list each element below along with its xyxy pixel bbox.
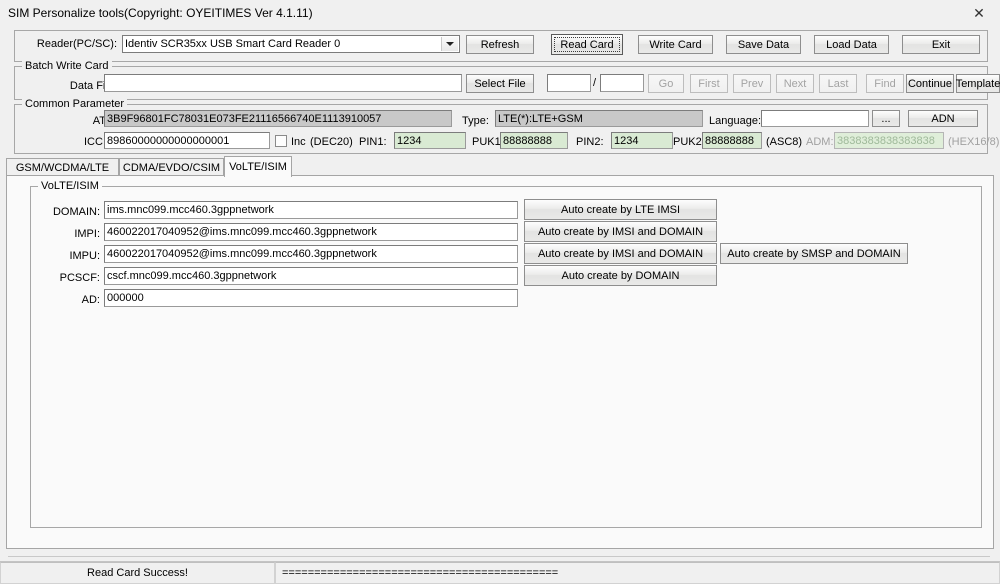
status-separator (8, 556, 990, 557)
read-card-button[interactable]: Read Card (551, 34, 623, 55)
ad-label: AD: (81, 294, 100, 306)
save-data-button[interactable]: Save Data (726, 35, 801, 54)
type-label: Type: (462, 115, 489, 127)
chevron-down-icon[interactable] (441, 37, 458, 51)
window-title: SIM Personalize tools(Copyright: OYEITIM… (8, 6, 313, 20)
pin2-label: PIN2: (576, 136, 604, 148)
batch-index-total-input[interactable] (600, 74, 644, 92)
exit-button[interactable]: Exit (902, 35, 980, 54)
first-button[interactable]: First (690, 74, 728, 93)
reader-label: Reader(PC/SC): (36, 38, 117, 50)
inc-checkbox[interactable] (275, 135, 287, 147)
tab-gsm-wcdma-lte[interactable]: GSM/WCDMA/LTE (6, 158, 119, 176)
find-button[interactable]: Find (866, 74, 904, 93)
select-file-button[interactable]: Select File (466, 74, 534, 93)
close-icon[interactable]: ✕ (958, 0, 1000, 26)
atr-value: 3B9F96801FC78031E073FE21116566740E111391… (104, 110, 452, 127)
puk2-input[interactable] (702, 132, 762, 149)
auto-create-by-lte-imsi-button[interactable]: Auto create by LTE IMSI (524, 199, 717, 220)
language-label: Language: (709, 115, 761, 127)
inc-label: Inc (291, 136, 306, 148)
common-parameter-title: Common Parameter (22, 98, 128, 110)
status-message: Read Card Success! (0, 562, 275, 584)
next-button[interactable]: Next (776, 74, 814, 93)
continue-button[interactable]: Continue (906, 74, 954, 93)
puk1-input[interactable] (500, 132, 568, 149)
status-bar: Read Card Success! =====================… (0, 561, 1000, 584)
batch-index-separator: / (593, 77, 597, 89)
volte-isim-title: VoLTE/ISIM (38, 180, 102, 192)
type-value: LTE(*):LTE+GSM (495, 110, 703, 127)
write-card-button[interactable]: Write Card (638, 35, 713, 54)
auto-create-by-imsi-and-domain-button-2[interactable]: Auto create by IMSI and DOMAIN (524, 243, 717, 264)
load-data-button[interactable]: Load Data (814, 35, 889, 54)
impi-input[interactable] (104, 223, 518, 241)
reader-select[interactable]: Identiv SCR35xx USB Smart Card Reader 0 (122, 35, 460, 53)
reader-select-value: Identiv SCR35xx USB Smart Card Reader 0 (125, 38, 341, 50)
language-browse-button[interactable]: ... (872, 110, 900, 127)
auto-create-by-imsi-and-domain-button-1[interactable]: Auto create by IMSI and DOMAIN (524, 221, 717, 242)
adm-label: ADM: (806, 136, 834, 148)
refresh-button[interactable]: Refresh (466, 35, 534, 54)
adm-note-label: (HEX16/8) (948, 136, 1000, 148)
go-button[interactable]: Go (648, 74, 684, 93)
adn-button[interactable]: ADN (908, 110, 978, 127)
data-file-input[interactable] (104, 74, 462, 92)
iccid-input[interactable] (104, 132, 270, 149)
language-input[interactable] (761, 110, 869, 127)
last-button[interactable]: Last (819, 74, 857, 93)
template-button[interactable]: Template (956, 74, 1000, 93)
pin2-input[interactable] (611, 132, 673, 149)
domain-label: DOMAIN: (52, 206, 100, 218)
domain-input[interactable] (104, 201, 518, 219)
pcscf-input[interactable] (104, 267, 518, 285)
batch-write-card-title: Batch Write Card (22, 60, 112, 72)
ad-input[interactable] (104, 289, 518, 307)
inc-format-label: (DEC20) (310, 136, 353, 148)
focus-ring (554, 37, 620, 52)
pin1-label: PIN1: (359, 136, 387, 148)
impi-label: IMPI: (74, 228, 100, 240)
auto-create-by-smsp-and-domain-button[interactable]: Auto create by SMSP and DOMAIN (720, 243, 908, 264)
asc-note-label: (ASC8) (766, 136, 803, 148)
title-bar: SIM Personalize tools(Copyright: OYEITIM… (0, 0, 1000, 26)
impu-label: IMPU: (69, 250, 100, 262)
impu-input[interactable] (104, 245, 518, 263)
application-window: SIM Personalize tools(Copyright: OYEITIM… (0, 0, 1000, 584)
tab-strip: GSM/WCDMA/LTE CDMA/EVDO/CSIM VoLTE/ISIM (6, 156, 994, 177)
puk2-label: PUK2: (673, 136, 705, 148)
auto-create-by-domain-button[interactable]: Auto create by DOMAIN (524, 265, 717, 286)
pcscf-label: PCSCF: (59, 272, 100, 284)
tab-cdma-evdo-csim[interactable]: CDMA/EVDO/CSIM (119, 158, 224, 176)
tab-volte-isim[interactable]: VoLTE/ISIM (224, 156, 292, 177)
prev-button[interactable]: Prev (733, 74, 771, 93)
status-log: ========================================… (275, 562, 1000, 584)
batch-index-current-input[interactable] (547, 74, 591, 92)
adm-input: 3838383838383838 (834, 132, 944, 149)
pin1-input[interactable] (394, 132, 466, 149)
